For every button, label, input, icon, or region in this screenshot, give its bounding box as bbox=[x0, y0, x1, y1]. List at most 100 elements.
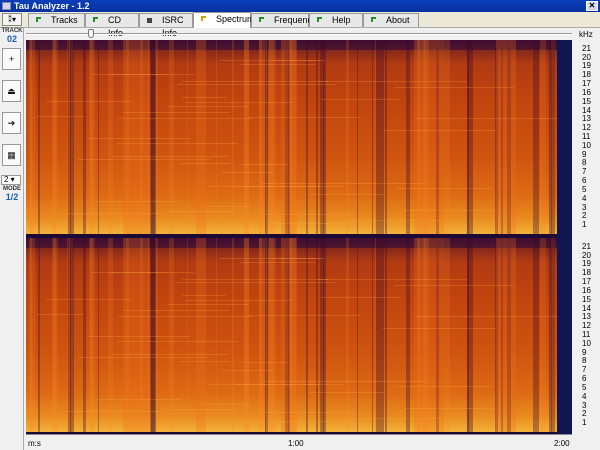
slider-track bbox=[26, 33, 572, 35]
harmonic-line bbox=[110, 272, 167, 273]
harmonic-line bbox=[67, 411, 159, 412]
khz-tick-bottom: 21 bbox=[582, 241, 591, 251]
tab-frequency[interactable]: Frequency bbox=[251, 13, 317, 27]
harmonic-line bbox=[240, 64, 316, 65]
grid-button[interactable]: ▦ bbox=[2, 144, 21, 166]
harmonic-line bbox=[383, 328, 496, 329]
khz-tick-bottom: 6 bbox=[582, 374, 587, 384]
spectrogram-channel-right bbox=[26, 238, 557, 432]
add-button[interactable]: + bbox=[2, 48, 21, 70]
khz-tick-bottom: 5 bbox=[582, 382, 587, 392]
tab-label: Spectrum bbox=[216, 14, 255, 24]
menu-button[interactable]: ⁑▾ bbox=[2, 13, 22, 26]
tab-spectrum[interactable]: Spectrum bbox=[193, 12, 255, 28]
tab-about[interactable]: About bbox=[363, 13, 419, 27]
harmonic-line bbox=[112, 354, 228, 355]
khz-tick-top: 6 bbox=[582, 176, 587, 186]
spectrum-band bbox=[320, 40, 324, 234]
spectrum-band bbox=[316, 238, 318, 432]
harmonic-line bbox=[37, 314, 84, 315]
spectrum-band bbox=[551, 40, 555, 234]
harmonic-line bbox=[182, 81, 329, 82]
close-icon[interactable]: ✕ bbox=[586, 1, 598, 11]
harmonic-line bbox=[78, 159, 210, 160]
harmonic-line bbox=[395, 386, 493, 387]
tab-cd-info[interactable]: CD Info bbox=[85, 13, 139, 38]
spectrum-band bbox=[496, 40, 516, 234]
green-arrow-icon bbox=[259, 17, 264, 22]
spectrum-band bbox=[89, 40, 95, 234]
spectrum-band bbox=[357, 238, 358, 432]
mode-select[interactable]: 2 ▾ bbox=[1, 175, 21, 185]
app-window: Tau Analyzer - 1.2 ✕ ⁑▾ Tracks CD Info I… bbox=[0, 0, 600, 450]
tab-isrc-info[interactable]: ISRC Info bbox=[139, 13, 193, 38]
harmonic-line bbox=[179, 163, 230, 164]
spectrogram-channel-left bbox=[26, 40, 557, 234]
spectrum-band bbox=[89, 238, 95, 432]
next-button[interactable]: ➔ bbox=[2, 112, 21, 134]
spectrum-band bbox=[540, 238, 546, 432]
spectrum-band bbox=[216, 40, 217, 234]
harmonic-line bbox=[273, 258, 325, 259]
spectrum-band bbox=[275, 40, 276, 234]
sidebar: TRACK 02 + ⏏ ➔ ▦ 2 ▾ MODE 1/2 bbox=[0, 28, 24, 450]
spectrum-band bbox=[38, 40, 40, 234]
harmonic-line bbox=[123, 112, 230, 113]
harmonic-line bbox=[163, 211, 235, 212]
frequency-scale: kHz 21 20 19 18 17 16 15 14 13 12 11 10 9 8 7 6 5 4 3 2 1 21 2… bbox=[573, 28, 600, 438]
harmonic-line bbox=[242, 362, 288, 363]
harmonic-line bbox=[240, 262, 316, 263]
spectrum-band bbox=[246, 238, 249, 432]
harmonic-line bbox=[265, 214, 356, 215]
title-bar: Tau Analyzer - 1.2 ✕ bbox=[0, 0, 600, 12]
green-arrow-icon bbox=[93, 17, 98, 22]
spectrum-band bbox=[444, 40, 450, 234]
tab-tracks[interactable]: Tracks bbox=[28, 13, 85, 27]
harmonic-line bbox=[309, 392, 384, 393]
harmonic-line bbox=[269, 223, 352, 224]
spectrum-band bbox=[30, 40, 35, 234]
harmonic-line bbox=[261, 183, 426, 184]
spectrum-band bbox=[385, 238, 387, 432]
khz-tick-top: 21 bbox=[582, 43, 591, 53]
harmonic-line bbox=[383, 130, 496, 131]
position-slider[interactable] bbox=[26, 29, 572, 39]
harmonic-line bbox=[321, 297, 400, 298]
spectrum-band bbox=[30, 238, 35, 432]
spectrum-band bbox=[357, 40, 358, 234]
spectrum-band bbox=[70, 238, 71, 432]
spectrum-band bbox=[169, 40, 174, 234]
spectrum-band bbox=[535, 238, 539, 432]
harmonic-line bbox=[46, 299, 131, 300]
spectrum-band bbox=[316, 40, 318, 234]
khz-tick-top: 14 bbox=[582, 105, 591, 115]
green-arrow-icon bbox=[36, 17, 41, 22]
harmonic-line bbox=[309, 194, 384, 195]
harmonic-line bbox=[118, 316, 253, 317]
spectrum-band bbox=[385, 40, 387, 234]
khz-tick-bottom: 3 bbox=[582, 400, 587, 410]
spectrum-band bbox=[269, 238, 275, 432]
eject-button[interactable]: ⏏ bbox=[2, 80, 21, 102]
harmonic-line bbox=[182, 295, 226, 296]
spectrum-band bbox=[108, 40, 113, 234]
khz-tick-top: 20 bbox=[582, 52, 591, 62]
khz-tick-top: 11 bbox=[582, 132, 591, 141]
spectrum-band bbox=[467, 238, 473, 432]
time-unit-label: m:s bbox=[28, 439, 41, 448]
tab-help[interactable]: Help bbox=[309, 13, 363, 27]
harmonic-line bbox=[186, 300, 292, 301]
khz-tick-top: 15 bbox=[582, 96, 591, 106]
khz-tick-bottom: 12 bbox=[582, 321, 591, 331]
track-number: 02 bbox=[6, 34, 17, 44]
spectrum-band bbox=[70, 40, 71, 234]
khz-tick-bottom: 7 bbox=[582, 365, 587, 375]
harmonic-line bbox=[317, 81, 467, 82]
harmonic-line bbox=[123, 310, 230, 311]
khz-tick-top: 4 bbox=[582, 193, 587, 203]
harmonic-line bbox=[78, 357, 210, 358]
harmonic-line bbox=[347, 220, 440, 221]
khz-tick-bottom: 13 bbox=[582, 312, 591, 322]
slider-thumb[interactable] bbox=[88, 29, 94, 38]
spectrum-band bbox=[444, 238, 450, 432]
